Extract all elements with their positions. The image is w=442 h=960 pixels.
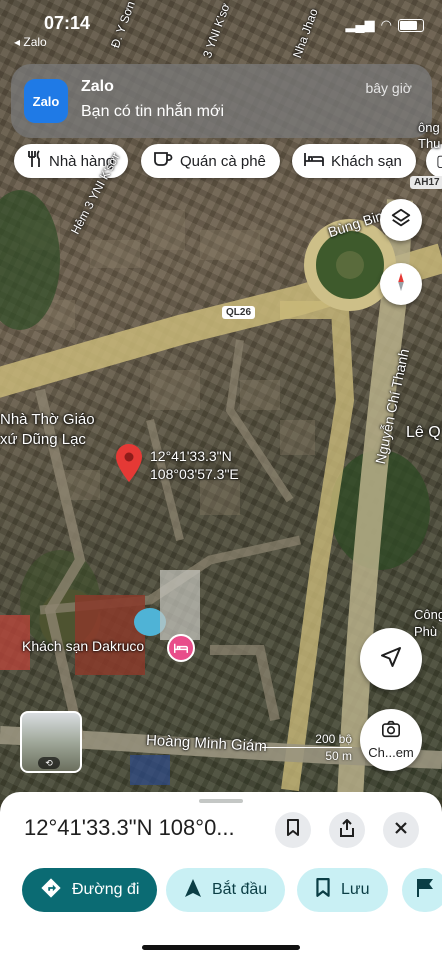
status-time: 07:14 [44, 13, 91, 33]
notification-message: Bạn có tin nhắn mới [81, 103, 225, 120]
directions-label: Đường đi [72, 881, 140, 898]
directions-button[interactable]: Đường đi [22, 868, 158, 912]
navigation-icon [184, 878, 202, 903]
notification-time: bây giờ [365, 80, 412, 96]
flag-icon [416, 878, 434, 903]
directions-icon [40, 877, 62, 904]
fork-knife-icon [26, 149, 42, 173]
chip-label: Khách sạn [331, 152, 402, 170]
chip-cafes[interactable]: Quán cà phê [141, 144, 280, 178]
back-to-app-link[interactable]: ◂ Zalo [14, 35, 47, 49]
more-actions-button[interactable] [402, 868, 442, 912]
location-pin-icon[interactable] [116, 444, 142, 487]
bookmark-icon [315, 877, 331, 903]
street-view-thumbnail[interactable]: ⟲ [20, 711, 82, 773]
pin-latitude: 12°41'33.3"N [150, 448, 232, 464]
battery-icon [398, 18, 424, 32]
start-label: Bắt đầu [212, 881, 268, 898]
layers-button[interactable] [380, 199, 422, 241]
chip-label: Quán cà phê [180, 152, 266, 170]
pin-longitude: 108°03'57.3"E [150, 466, 239, 482]
my-location-button[interactable] [360, 628, 422, 690]
status-icons: ▂▄▆ ◠ [345, 17, 424, 33]
hotel-marker-icon[interactable] [167, 634, 195, 662]
signal-icon: ▂▄▆ [345, 17, 375, 32]
notification-app-name: Zalo [81, 78, 114, 95]
coffee-cup-icon [153, 150, 173, 173]
save-place-button[interactable] [275, 812, 311, 848]
scale-feet: 200 bộ [315, 732, 352, 746]
pin-coordinates: 12°41'33.3"N 108°03'57.3"E [150, 447, 239, 483]
bookmark-icon [286, 818, 300, 842]
notification-banner[interactable]: Zalo Zalo Bạn có tin nhắn mới bây giờ [11, 64, 432, 138]
chip-hotels[interactable]: Khách sạn [292, 144, 416, 178]
compass-button[interactable] [380, 263, 422, 305]
highway-shield: AH17 [410, 176, 442, 189]
save-button[interactable]: Lưu [297, 868, 388, 912]
wifi-icon: ◠ [380, 17, 392, 32]
more-category-icon: ▢ [436, 151, 442, 171]
compass-icon [390, 271, 412, 298]
close-icon [394, 821, 408, 840]
bed-icon [304, 151, 324, 172]
hotel-label: Khách sạn Dakruco [22, 638, 145, 654]
close-button[interactable] [383, 812, 419, 848]
camera-icon [381, 720, 401, 743]
navigation-arrow-icon [379, 645, 403, 674]
park-label: Công Phù [414, 607, 442, 639]
sheet-drag-handle[interactable] [199, 799, 243, 803]
share-button[interactable] [329, 812, 365, 848]
place-title: 12°41'33.3"N 108°0... [24, 815, 235, 840]
camera-explore-button[interactable]: Ch...em [360, 709, 422, 771]
start-button[interactable]: Bắt đầu [166, 868, 286, 912]
scale-bar [262, 747, 352, 748]
save-label: Lưu [341, 881, 370, 898]
place-label: ông Thu [418, 120, 441, 151]
share-icon [339, 818, 355, 842]
street-label: Lê Q [406, 424, 441, 441]
zalo-app-icon: Zalo [24, 79, 68, 123]
home-indicator[interactable] [142, 945, 300, 950]
camera-button-label: Ch...em [368, 745, 414, 760]
rotate-360-icon: ⟲ [38, 757, 60, 769]
map-scale: 200 bộ 50 m [262, 732, 352, 763]
church-label: Nhà Thờ Giáo xứ Dũng Lạc [0, 411, 95, 448]
scale-meters: 50 m [325, 749, 352, 763]
route-shield: QL26 [222, 306, 256, 319]
layers-icon [390, 207, 412, 234]
